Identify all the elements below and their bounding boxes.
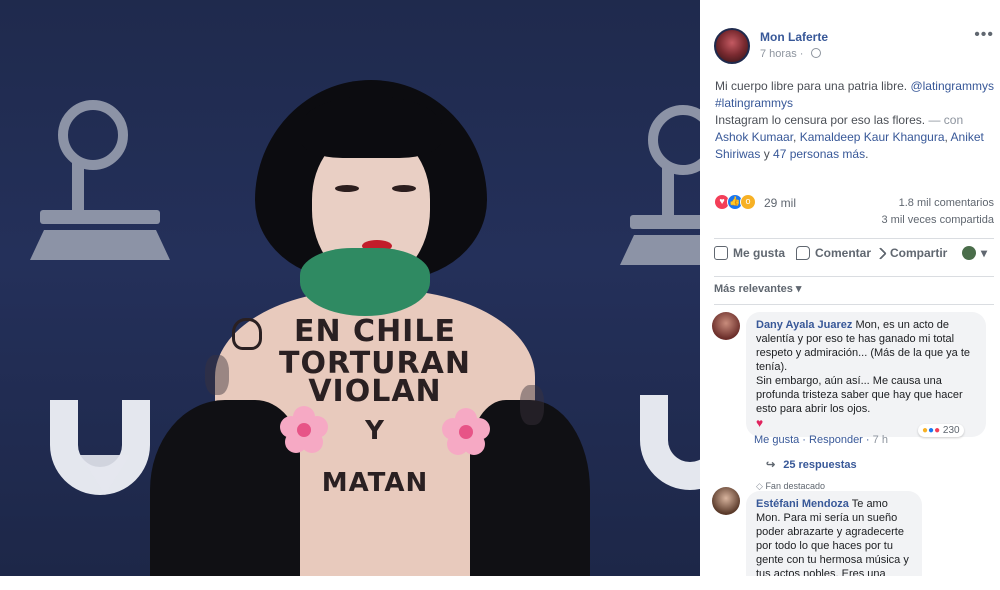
divider-mid [714,276,994,277]
left-eye [335,185,359,192]
comment-label: Comentar [815,246,872,260]
sort-comments-dropdown[interactable]: Más relevantes ▾ [714,282,801,295]
commenter-avatar[interactable] [712,487,740,515]
author-avatar[interactable] [714,28,750,64]
post-header: Mon Laferte 7 horas · ••• [714,26,994,68]
shares-count[interactable]: 3 mil veces compartida [882,214,995,226]
comment-bubble: Dany Ayala Juarez Mon, es un acto de val… [746,312,986,437]
hashtag-latingrammys[interactable]: #latingrammys [715,96,793,110]
commenter-avatar[interactable] [712,312,740,340]
post-text: Mi cuerpo libre para una patria libre. @… [715,78,995,163]
diamond-icon: ◇ [756,481,763,491]
period: . [865,147,869,161]
view-replies-link[interactable]: ↪ 25 respuestas [766,458,857,471]
post-meta: 7 horas · [760,48,821,60]
comment-button[interactable]: Comentar [796,246,871,260]
post-text-line1: Mi cuerpo libre para una patria libre. [715,79,911,93]
tag-others[interactable]: 47 personas más [773,147,865,161]
thumb-up-icon [714,246,728,260]
comment-text-2: Sin embargo, aún así... Me causa una pro… [756,375,963,415]
comment-like-link[interactable]: Me gusta [754,434,799,446]
heart-emoji: ♥ [756,416,764,430]
like-label: Me gusta [733,246,786,260]
post-time[interactable]: 7 horas [760,48,797,60]
globe-icon [810,48,821,58]
audience-selector[interactable]: ▾ [962,246,987,260]
commenter-name[interactable]: Dany Ayala Juarez [756,319,852,331]
post-photo[interactable]: EN CHILE TORTURAN VIOLAN Y MATAN [0,0,700,576]
grammy-logo-right [620,105,700,275]
flower-sticker-right [442,408,490,456]
comment-actions: Me gusta · Responder · 7 h [754,434,888,446]
grammy-logo-left [30,100,170,270]
page-avatar-icon [962,246,976,260]
post-actions: Me gusta Comentar Compartir ▾ [714,246,994,268]
tag-kamaldeep[interactable]: Kamaldeep Kaur Khangura [800,130,945,144]
more-dots-icon[interactable]: ••• [974,26,994,44]
reply-arrow-icon: ↪ [766,459,776,471]
bangs [300,96,442,158]
comment-reply-link[interactable]: Responder [809,434,863,446]
fan-badge-label: Fan destacado [765,481,825,491]
univision-logo-right [640,395,700,490]
replies-label: 25 respuestas [783,459,857,471]
post-panel: Mon Laferte 7 horas · ••• Mi cuerpo libr… [702,14,1000,576]
green-scarf [300,248,430,316]
comments-count[interactable]: 1.8 mil comentarios [899,197,994,209]
love-reaction-icon: ● [934,425,941,436]
comment-time[interactable]: 7 h [873,434,888,446]
like-button[interactable]: Me gusta [714,246,785,260]
comment-icon [796,246,810,260]
comment-reactions[interactable]: ●●● 230 [918,424,964,437]
divider-comments [714,304,994,305]
conjunction: y [760,147,774,161]
with-prefix: — con [925,113,964,127]
wow-reaction-icon: o [740,194,756,210]
comment-reaction-count: 230 [942,425,960,436]
body-text-line-1: EN CHILE [294,314,456,349]
separator: , [793,130,800,144]
commenter-name[interactable]: Estéfani Mendoza [756,498,849,510]
share-button[interactable]: Compartir [874,246,948,260]
author-name[interactable]: Mon Laferte [760,30,828,44]
divider-top [714,238,994,239]
body-text-line-3: VIOLAN [308,374,442,409]
reaction-count[interactable]: 29 mil [764,196,796,210]
caret-down-icon: ▾ [981,246,988,260]
body-text-line-5: MATAN [321,468,429,498]
post-text-line3: Instagram lo censura por eso las flores. [715,113,926,127]
photo-bottom-strip [0,576,700,590]
comment-bubble: Estéfani Mendoza Te amo Mon. Para mi ser… [746,491,922,576]
flower-sticker-left [280,406,328,454]
share-label: Compartir [890,246,948,260]
right-eye [392,185,416,192]
mention-latingrammys[interactable]: @latingrammys [910,79,994,93]
tag-ashok[interactable]: Ashok Kumaar [715,130,793,144]
share-icon [874,246,887,260]
